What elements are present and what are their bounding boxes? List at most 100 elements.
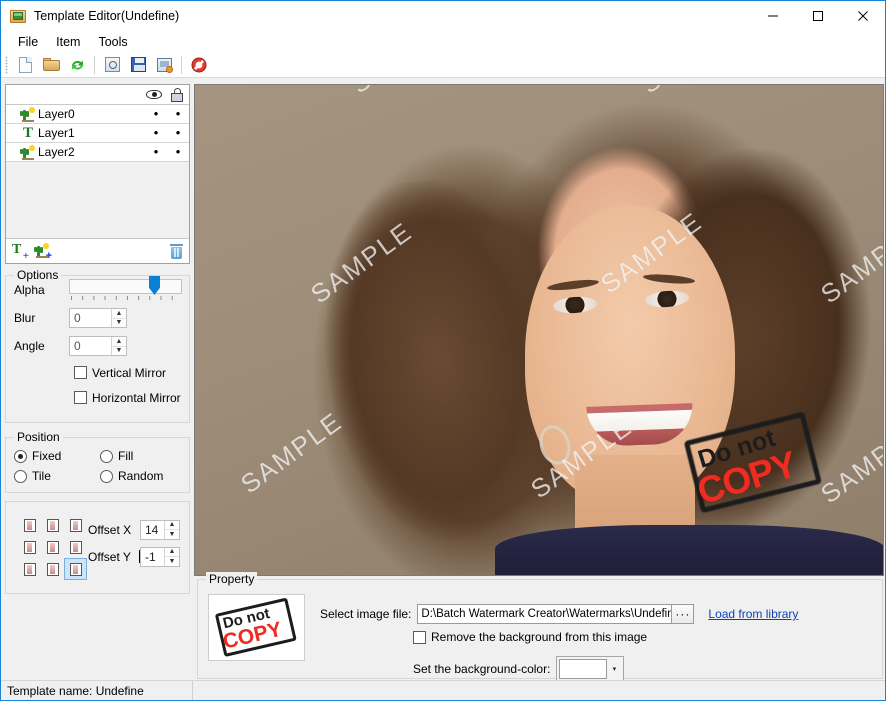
position-mode-random[interactable]: Random: [100, 466, 186, 486]
position-mode-tile[interactable]: Tile: [14, 466, 100, 486]
offset-y-stepper[interactable]: -1 ▲ ▼: [139, 546, 180, 567]
image-path-input[interactable]: D:\Batch Watermark Creator\Watermarks\Un…: [417, 604, 673, 624]
horizontal-mirror-row[interactable]: Horizontal Mirror: [6, 385, 189, 410]
save-as-button[interactable]: [152, 54, 176, 76]
save-button[interactable]: [126, 54, 150, 76]
position-group: Position Fixed Fill Tile Random: [5, 430, 190, 493]
close-button[interactable]: [840, 1, 885, 31]
blur-decrement-button[interactable]: ▼: [112, 318, 126, 327]
layer-lock-toggle[interactable]: •: [167, 126, 189, 139]
lock-icon[interactable]: [171, 87, 183, 102]
angle-increment-button[interactable]: ▲: [112, 337, 126, 347]
layers-empty-area[interactable]: [6, 162, 189, 238]
angle-label: Angle: [14, 339, 45, 353]
anchor-top-center[interactable]: [41, 514, 64, 536]
anchor-icon: [46, 518, 59, 532]
anchor-top-left[interactable]: [18, 514, 41, 536]
image-preview-canvas[interactable]: SAMPLESAMPLESAMPLESAMPLESAMPLESAMPLESAMP…: [194, 84, 884, 576]
anchor-middle-right[interactable]: [64, 536, 87, 558]
background-color-picker[interactable]: ▾: [556, 656, 625, 682]
status-bar: Template name: Undefine: [1, 680, 885, 700]
minimize-button[interactable]: [750, 1, 795, 31]
load-from-library-link[interactable]: Load from library: [708, 607, 798, 621]
chevron-down-icon[interactable]: ▾: [607, 659, 622, 679]
offset-y-decrement-button[interactable]: ▼: [165, 557, 179, 566]
remove-background-label: Remove the background from this image: [431, 630, 648, 644]
layer-visibility-toggle[interactable]: •: [145, 145, 167, 158]
position-mode-fixed[interactable]: Fixed: [14, 446, 100, 466]
angle-decrement-button[interactable]: ▼: [112, 346, 126, 355]
anchor-icon: [23, 518, 36, 532]
select-image-label: Select image file:: [320, 607, 412, 621]
add-image-layer-button[interactable]: +: [34, 243, 52, 262]
cancel-button[interactable]: [187, 54, 211, 76]
maximize-button[interactable]: [795, 1, 840, 31]
anchor-bottom-right[interactable]: [64, 558, 87, 580]
add-text-layer-button[interactable]: T +: [12, 243, 29, 262]
anchor-top-right[interactable]: [64, 514, 87, 536]
angle-value[interactable]: 0: [70, 337, 111, 355]
new-document-button[interactable]: [13, 54, 37, 76]
blur-increment-button[interactable]: ▲: [112, 309, 126, 319]
select-image-row: Select image file: D:\Batch Watermark Cr…: [320, 604, 798, 624]
layer-row[interactable]: Layer2 • •: [6, 143, 189, 162]
preview-button[interactable]: [100, 54, 124, 76]
blur-row: Blur 0 ▲ ▼: [6, 304, 189, 332]
offset-x-stepper[interactable]: 14 ▲ ▼: [140, 519, 180, 540]
menu-tools[interactable]: Tools: [89, 33, 136, 51]
layer-row[interactable]: Layer0 • •: [6, 105, 189, 124]
app-template-icon: [10, 8, 26, 24]
image-layer-icon: [20, 106, 36, 122]
offset-x-decrement-button[interactable]: ▼: [165, 530, 179, 539]
alpha-slider[interactable]: [69, 276, 182, 303]
template-editor-window: Template Editor(Undefine) File Item Tool…: [0, 0, 886, 701]
anchor-bottom-left[interactable]: [18, 558, 41, 580]
offset-x-label: Offset X: [88, 522, 132, 537]
offset-y-increment-button[interactable]: ▲: [165, 547, 179, 557]
anchor-middle-left[interactable]: [18, 536, 41, 558]
anchor-bottom-center[interactable]: [41, 558, 64, 580]
position-mode-label: Tile: [32, 469, 51, 483]
anchor-middle-center[interactable]: [41, 536, 64, 558]
watermark-thumbnail: Do not COPY: [208, 594, 305, 661]
menu-item[interactable]: Item: [47, 33, 89, 51]
text-layer-icon: T: [22, 124, 33, 141]
browse-button[interactable]: ···: [672, 604, 695, 624]
offset-x-increment-button[interactable]: ▲: [165, 520, 179, 530]
radio-fill[interactable]: [100, 449, 113, 463]
photo-detail: [495, 525, 883, 575]
angle-row: Angle 0 ▲ ▼: [6, 332, 189, 360]
layer-lock-toggle[interactable]: •: [167, 145, 189, 158]
refresh-button[interactable]: [65, 54, 89, 76]
offset-x-value[interactable]: 14: [141, 521, 164, 539]
trash-icon[interactable]: [170, 243, 183, 259]
horizontal-mirror-checkbox[interactable]: [74, 391, 87, 404]
remove-background-checkbox[interactable]: [413, 630, 426, 644]
radio-tile[interactable]: [14, 469, 27, 483]
layer-visibility-toggle[interactable]: •: [145, 126, 167, 139]
toolbar-grip[interactable]: [5, 55, 8, 74]
radio-random[interactable]: [100, 469, 113, 483]
blur-stepper[interactable]: 0 ▲ ▼: [69, 308, 127, 328]
layers-header: [6, 85, 189, 105]
layer-lock-toggle[interactable]: •: [167, 107, 189, 120]
angle-stepper[interactable]: 0 ▲ ▼: [69, 336, 127, 356]
layers-toolbar: T + +: [6, 238, 189, 263]
menu-file[interactable]: File: [9, 33, 47, 51]
left-panel: Layer0 • • T Layer1 • • Layer2 • • T + +…: [5, 84, 190, 594]
remove-background-row[interactable]: Remove the background from this image: [413, 630, 647, 644]
open-button[interactable]: [39, 54, 63, 76]
vertical-mirror-checkbox[interactable]: [74, 366, 87, 379]
blur-value[interactable]: 0: [70, 309, 111, 327]
position-mode-fill[interactable]: Fill: [100, 446, 186, 466]
alpha-slider-track[interactable]: [69, 279, 182, 294]
layer-visibility-toggle[interactable]: •: [145, 107, 167, 120]
anchor-grid: [18, 514, 87, 580]
offset-y-value[interactable]: -1: [139, 548, 164, 566]
alpha-label: Alpha: [14, 283, 45, 297]
eye-icon[interactable]: [146, 89, 162, 100]
radio-fixed[interactable]: [14, 449, 27, 463]
background-color-swatch[interactable]: [559, 659, 608, 679]
vertical-mirror-row[interactable]: Vertical Mirror: [6, 360, 189, 385]
layer-row[interactable]: T Layer1 • •: [6, 124, 189, 143]
